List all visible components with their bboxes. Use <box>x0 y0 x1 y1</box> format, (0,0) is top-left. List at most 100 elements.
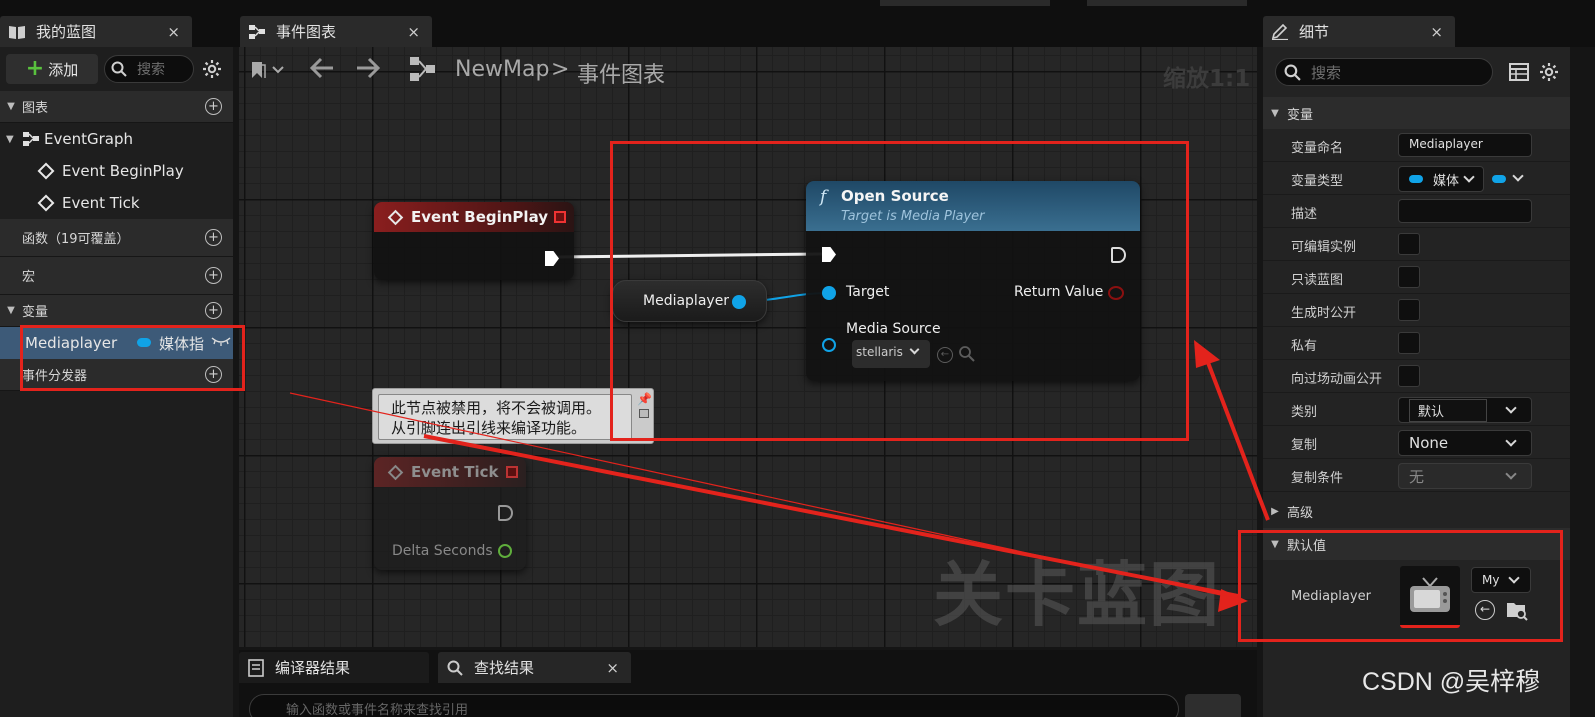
search-input[interactable]: 搜索 <box>104 55 194 83</box>
dropdown-value: 默认 <box>1409 398 1487 422</box>
input-value: Mediaplayer <box>1409 137 1483 151</box>
tree-item-eventgraph[interactable]: ▼ EventGraph <box>0 123 233 155</box>
section-variable[interactable]: ▼ 变量 <box>1263 97 1570 129</box>
tab-label: 查找结果 <box>474 659 535 677</box>
type-pill-icon <box>1492 175 1506 183</box>
find-placeholder: 输入函数或事件名称来查找引用 <box>286 703 469 717</box>
blueprint-readonly-checkbox[interactable] <box>1398 266 1420 288</box>
book-icon <box>8 23 26 41</box>
row-category: 类别 默认 <box>1263 393 1570 426</box>
dropdown-value: 媒体 <box>1433 173 1460 189</box>
toolbar-remnant <box>880 0 1050 6</box>
private-checkbox[interactable] <box>1398 332 1420 354</box>
expose-to-cinematics-checkbox[interactable] <box>1398 365 1420 387</box>
tab-label: 细节 <box>1299 23 1330 41</box>
row-label: 只读蓝图 <box>1291 273 1344 288</box>
search-placeholder: 搜索 <box>137 62 165 78</box>
delta-seconds-pin[interactable] <box>498 544 512 558</box>
row-label: 可编辑实例 <box>1291 240 1357 255</box>
section-label: 函数（19可覆盖） <box>22 232 130 247</box>
close-icon[interactable]: × <box>167 23 180 41</box>
close-icon[interactable]: × <box>606 659 619 677</box>
row-blueprint-readonly: 只读蓝图 <box>1263 261 1570 294</box>
replication-condition-dropdown[interactable]: 无 <box>1398 463 1532 489</box>
tab-my-blueprint[interactable]: 我的蓝图 × <box>0 16 192 47</box>
description-input[interactable] <box>1398 199 1532 223</box>
row-private: 私有 <box>1263 327 1570 360</box>
event-beginplay-node[interactable]: Event BeginPlay <box>374 202 574 280</box>
section-label: 图表 <box>22 101 49 116</box>
table-view-icon[interactable] <box>1509 63 1529 85</box>
chevron-down-icon <box>1505 468 1517 480</box>
collapse-triangle-icon[interactable]: ▼ <box>6 134 22 145</box>
search-placeholder: 搜索 <box>1311 63 1342 82</box>
event-diamond-icon <box>387 464 404 480</box>
delegate-pin-icon[interactable] <box>506 466 518 478</box>
replication-dropdown[interactable]: None <box>1398 430 1532 456</box>
collapse-triangle-icon[interactable]: ▼ <box>0 305 22 316</box>
pencil-icon <box>1271 23 1289 41</box>
tree-item-label: Event Tick <box>62 194 140 212</box>
row-replication-condition: 复制条件 无 <box>1263 459 1570 492</box>
find-options-button[interactable] <box>1185 694 1241 717</box>
row-label: 复制条件 <box>1291 471 1344 486</box>
event-diamond-icon <box>37 162 55 180</box>
section-graphs[interactable]: ▼ 图表 + <box>0 91 233 123</box>
tab-event-graph[interactable]: 事件图表 × <box>240 16 432 47</box>
section-label: 变量 <box>22 305 49 320</box>
comment-text: 此节点被禁用，将不会被调用。 从引脚连出引线来编译功能。 <box>378 394 632 440</box>
tree-item-begin-play[interactable]: Event BeginPlay <box>0 155 233 187</box>
tab-compiler-results[interactable]: 编译器结果 <box>239 652 429 683</box>
exec-out-pin[interactable] <box>498 505 513 521</box>
row-description: 描述 <box>1263 195 1570 228</box>
level-blueprint-watermark: 关卡蓝图 <box>933 554 1221 636</box>
graph-icon <box>23 132 39 146</box>
toolbar-remnant <box>1087 0 1247 6</box>
plus-icon: + <box>25 56 45 81</box>
add-circle-icon[interactable]: + <box>205 302 222 319</box>
collapse-triangle-icon[interactable]: ▼ <box>1263 108 1287 119</box>
comment-line: 从引脚连出引线来编译功能。 <box>391 419 587 437</box>
tab-label: 事件图表 <box>276 23 337 41</box>
row-label: 生成时公开 <box>1291 306 1357 321</box>
gear-icon[interactable] <box>202 59 222 79</box>
details-search-input[interactable]: 搜索 <box>1275 58 1493 86</box>
container-type-dropdown[interactable] <box>1488 166 1530 192</box>
section-variables[interactable]: ▼ 变量 + <box>0 295 233 327</box>
chevron-down-icon <box>1512 170 1524 182</box>
category-combobox[interactable]: 默认 <box>1398 397 1532 423</box>
instance-editable-checkbox[interactable] <box>1398 233 1420 255</box>
section-label: 高级 <box>1287 505 1314 521</box>
add-circle-icon[interactable]: + <box>205 267 222 284</box>
add-button[interactable]: + 添加 <box>6 54 98 84</box>
event-tick-node[interactable]: Event Tick Delta Seconds <box>374 457 526 570</box>
section-functions[interactable]: 函数（19可覆盖） + <box>0 219 233 257</box>
graph-icon <box>248 23 266 41</box>
tree-item-tick[interactable]: Event Tick <box>0 187 233 219</box>
add-circle-icon[interactable]: + <box>205 229 222 246</box>
dropdown-value: 无 <box>1409 467 1425 486</box>
close-icon[interactable]: × <box>1430 23 1443 41</box>
row-label: 描述 <box>1291 207 1318 222</box>
comment-line: 此节点被禁用，将不会被调用。 <box>391 399 602 417</box>
collapse-triangle-icon[interactable]: ▼ <box>0 101 22 112</box>
annotation-box-variable <box>20 325 245 391</box>
section-advanced[interactable]: ▶ 高级 <box>1263 495 1570 527</box>
tab-label: 我的蓝图 <box>36 23 97 41</box>
add-circle-icon[interactable]: + <box>205 98 222 115</box>
variable-type-dropdown[interactable]: 媒体 <box>1398 166 1484 192</box>
section-macros[interactable]: 宏 + <box>0 257 233 295</box>
close-icon[interactable]: × <box>407 23 420 41</box>
tab-details[interactable]: 细节 × <box>1263 16 1455 47</box>
variable-name-input[interactable]: Mediaplayer <box>1398 133 1532 157</box>
row-label: 类别 <box>1291 405 1318 420</box>
csdn-watermark: CSDN @吴梓穆 <box>1362 668 1541 696</box>
delegate-pin-icon[interactable] <box>554 211 566 223</box>
expand-triangle-icon[interactable]: ▶ <box>1263 506 1287 517</box>
expose-on-spawn-checkbox[interactable] <box>1398 299 1420 321</box>
tab-find-results[interactable]: 查找结果 × <box>438 652 631 683</box>
exec-out-pin[interactable] <box>545 251 559 266</box>
gear-icon[interactable] <box>1539 62 1559 86</box>
row-label: 复制 <box>1291 438 1318 453</box>
find-input[interactable]: 输入函数或事件名称来查找引用 <box>249 694 1179 717</box>
